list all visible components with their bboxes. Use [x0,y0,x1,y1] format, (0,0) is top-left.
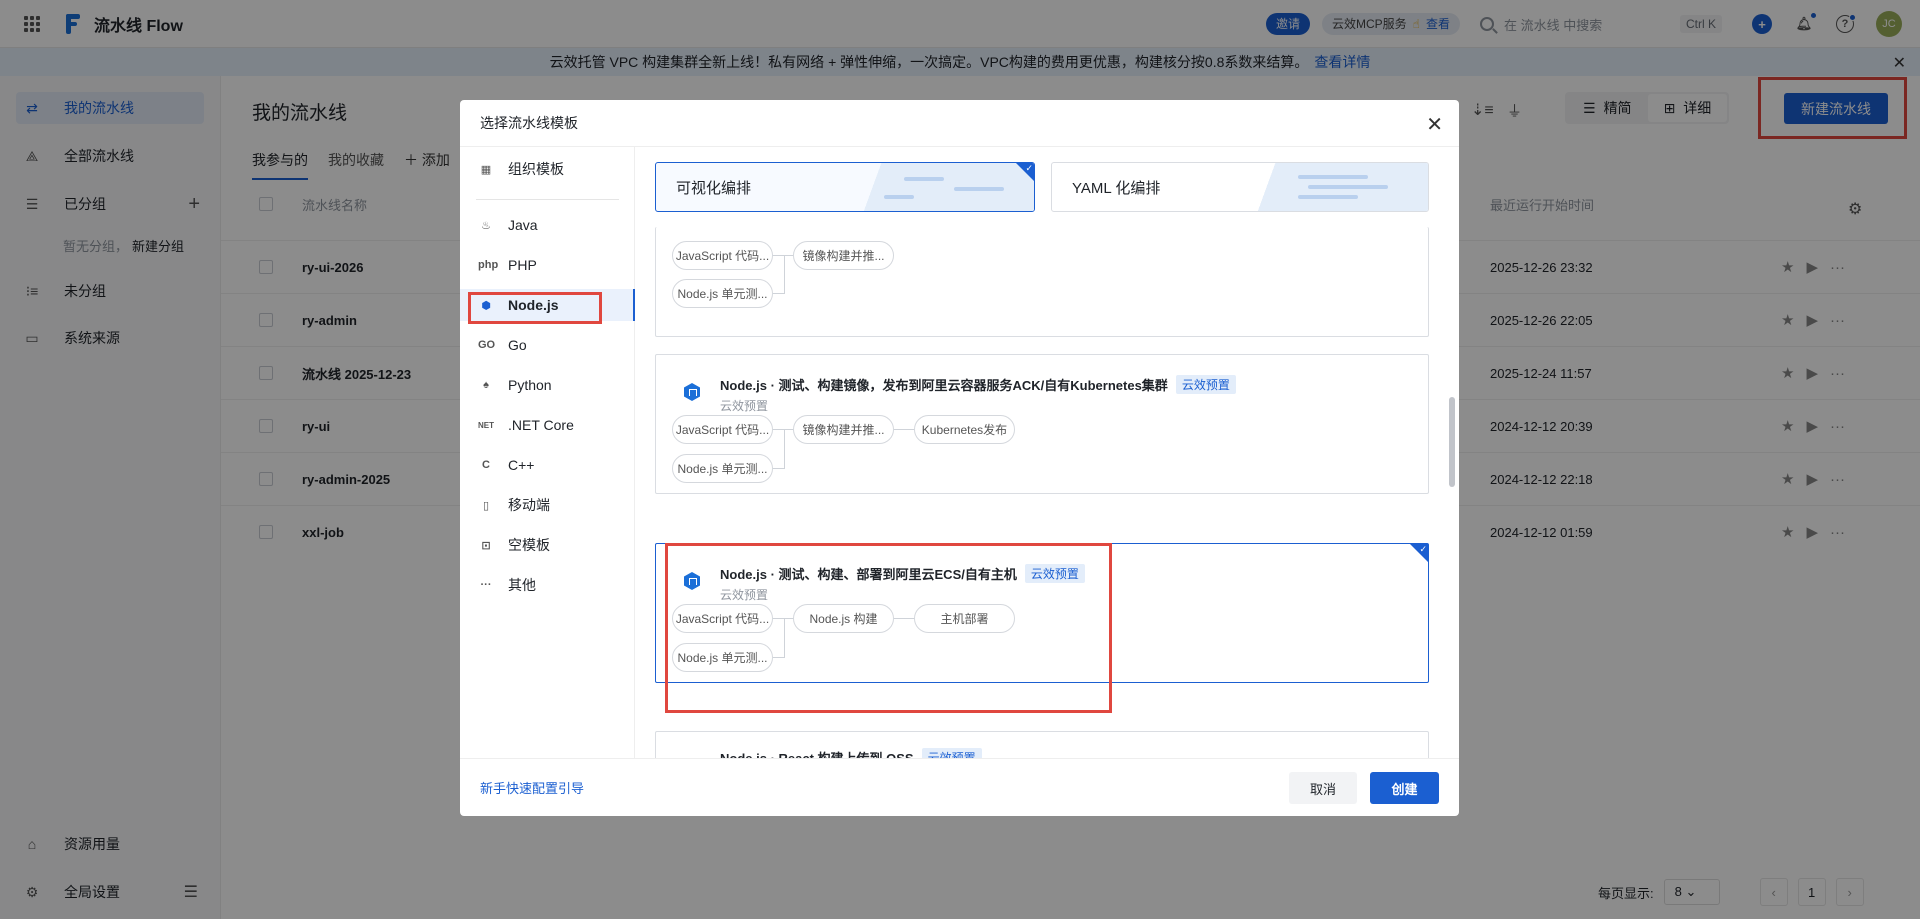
category-mobile[interactable]: ▯ 移动端 [460,489,635,521]
selected-check-icon [1016,163,1034,181]
go-icon: GO [478,339,496,351]
category-java[interactable]: ♨ Java [460,209,635,241]
category-divider [476,199,619,200]
flow-connector [784,429,785,468]
more-icon: ··· [480,579,492,591]
mode-yaml-label: YAML 化编排 [1072,179,1161,197]
flow-node: Kubernetes发布 [914,415,1015,444]
org-template-icon: ▦ [480,163,492,176]
flow-connector [773,429,793,430]
dotnet-icon: NET [478,420,494,430]
yaml-illustration [1238,163,1428,211]
category-label: .NET Core [508,417,574,433]
highlight-ecs-template [665,543,1112,713]
mode-visual-card[interactable]: 可视化编排 [655,162,1035,212]
category-label: Go [508,337,527,353]
mobile-icon: ▯ [482,499,490,512]
quick-guide-link[interactable]: 新手快速配置引导 [480,778,584,797]
template-card[interactable]: JavaScript 代码... Node.js 单元测... 镜像构建并推..… [655,227,1429,337]
java-icon: ♨ [481,219,491,232]
cancel-button[interactable]: 取消 [1289,772,1357,804]
category-label: Java [508,217,538,233]
mode-yaml-card[interactable]: YAML 化编排 [1051,162,1429,212]
category-label: 移动端 [508,497,550,513]
cpp-icon: C [482,459,490,471]
flow-node: JavaScript 代码... [672,415,773,444]
flow-connector [773,255,793,256]
category-go[interactable]: GO Go [460,329,635,361]
category-label: 组织模板 [508,161,564,177]
visual-illustration [844,163,1034,211]
template-title: Node.js · React 构建上传到 OSS [720,748,914,758]
flow-connector [784,255,785,293]
category-php[interactable]: php PHP [460,249,635,281]
empty-template-icon: ⊡ [481,539,491,552]
category-label: Python [508,377,552,393]
category-label: 其他 [508,577,536,593]
flow-connector [773,293,785,294]
category-other[interactable]: ··· 其他 [460,569,635,601]
close-icon[interactable]: ✕ [1426,112,1443,137]
category-label: C++ [508,457,535,473]
php-icon: php [478,259,499,271]
selected-check-icon [1410,544,1428,562]
modal-header: 选择流水线模板 ✕ [460,100,1459,146]
category-dotnet[interactable]: NET .NET Core [460,409,635,441]
scrollbar[interactable] [1449,397,1455,487]
preset-badge: 云效预置 [921,748,982,758]
create-button[interactable]: 创建 [1370,772,1439,804]
flow-connector [773,468,785,469]
category-label: PHP [508,257,537,273]
category-empty[interactable]: ⊡ 空模板 [460,529,635,561]
category-cpp[interactable]: C C++ [460,449,635,481]
flow-node: 镜像构建并推... [793,241,894,270]
modal-footer: 新手快速配置引导 取消 创建 [460,758,1459,816]
category-python[interactable]: ♠ Python [460,369,635,401]
flow-connector [894,429,914,430]
highlight-nodejs-category [468,292,602,324]
python-icon: ♠ [483,379,489,391]
template-category-list: ▦ 组织模板 ♨ Java php PHP ⬢ Node.js GO Go ♠ Python… [460,146,635,758]
flow-node: Node.js 单元测... [672,454,773,483]
mode-visual-label: 可视化编排 [676,179,752,197]
modal-title: 选择流水线模板 [480,115,578,131]
category-org-template[interactable]: ▦ 组织模板 [460,153,635,185]
flow-node: 镜像构建并推... [793,415,894,444]
flow-node: Node.js 单元测... [672,279,773,308]
flow-node: JavaScript 代码... [672,241,773,270]
template-title: Node.js · 测试、构建镜像，发布到阿里云容器服务ACK/自有Kubern… [720,378,1168,393]
template-card-k8s[interactable]: Node.js · 测试、构建镜像，发布到阿里云容器服务ACK/自有Kubern… [655,354,1429,494]
template-subtitle: 云效预置 [720,399,769,413]
template-card-oss[interactable]: Node.js · React 构建上传到 OSS 云效预置 [655,731,1429,758]
preset-badge: 云效预置 [1175,375,1236,394]
category-label: 空模板 [508,537,550,553]
nodejs-icon [684,383,700,401]
